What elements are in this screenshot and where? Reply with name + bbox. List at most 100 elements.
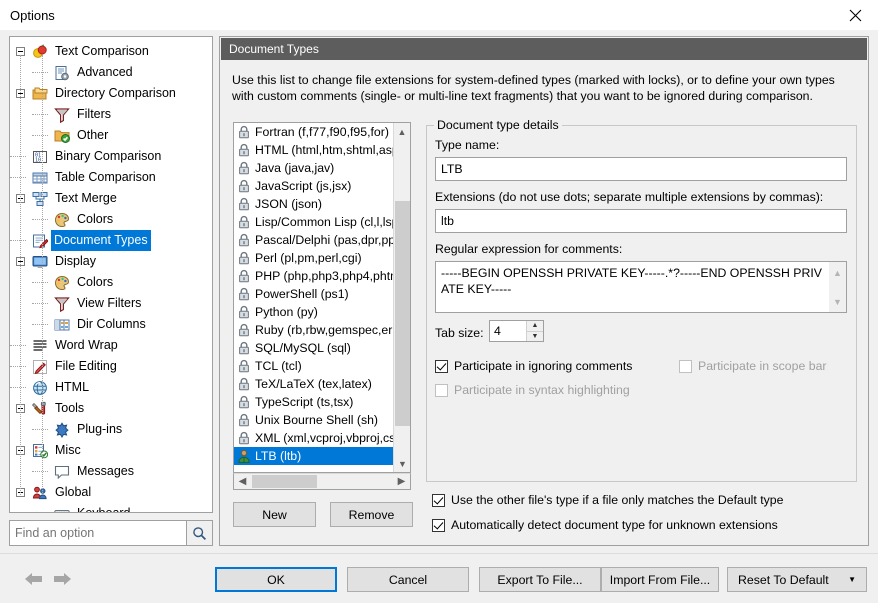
list-item[interactable]: TypeScript (ts,tsx) <box>234 393 394 411</box>
plugin-icon <box>54 421 70 438</box>
sidebar-item-display[interactable]: Display <box>10 251 212 272</box>
regex-scrollbar[interactable]: ▲ ▼ <box>829 262 846 312</box>
checkbox-use-other-file-type[interactable]: Use the other file's type if a file only… <box>432 493 783 507</box>
list-item[interactable]: Unix Bourne Shell (sh) <box>234 411 394 429</box>
sidebar-item-advanced[interactable]: Advanced <box>10 62 212 83</box>
person-icon <box>237 449 251 463</box>
new-button[interactable]: New <box>233 502 316 527</box>
list-item[interactable]: LTB (ltb) <box>234 447 394 465</box>
list-item[interactable]: JavaScript (js,jsx) <box>234 177 394 195</box>
sidebar-item-tools[interactable]: Tools <box>10 398 212 419</box>
tab-size-stepper[interactable]: ▲ ▼ <box>489 320 544 342</box>
list-item[interactable]: HTML (html,htm,shtml,asp <box>234 141 394 159</box>
sidebar-item-misc[interactable]: Misc <box>10 440 212 461</box>
details-legend: Document type details <box>434 118 562 132</box>
list-vertical-scrollbar[interactable]: ▲ ▼ <box>393 123 410 472</box>
tab-size-increment-icon[interactable]: ▲ <box>527 321 543 332</box>
ok-button[interactable]: OK <box>215 567 337 592</box>
list-item[interactable]: Python (py) <box>234 303 394 321</box>
sidebar-item-label: Advanced <box>77 65 133 79</box>
sidebar-item-text-comparison[interactable]: Text Comparison <box>10 41 212 62</box>
sidebar-item-colors[interactable]: Colors <box>10 209 212 230</box>
scrollbar-thumb[interactable] <box>395 201 410 426</box>
cancel-button[interactable]: Cancel <box>347 567 469 592</box>
options-tree-panel[interactable]: Text Comparison Advanced Directory Compari… <box>9 36 213 513</box>
extensions-input[interactable] <box>435 209 847 233</box>
lock-icon <box>237 305 251 319</box>
scroll-left-icon[interactable]: ◀ <box>234 474 251 489</box>
find-option-box[interactable] <box>9 520 213 546</box>
search-icon[interactable] <box>187 520 213 546</box>
sidebar-item-global[interactable]: Global <box>10 482 212 503</box>
tools-icon <box>31 401 48 417</box>
scroll-down-icon[interactable]: ▼ <box>394 455 410 472</box>
panel-description: Use this list to change file extensions … <box>232 73 835 103</box>
hscrollbar-thumb[interactable] <box>252 475 317 488</box>
scroll-right-icon[interactable]: ▶ <box>393 474 410 489</box>
sidebar-item-table-comparison[interactable]: Table Comparison <box>10 167 212 188</box>
checkbox-label: Participate in syntax highlighting <box>454 383 630 397</box>
sidebar-item-html[interactable]: HTML <box>10 377 212 398</box>
sidebar-item-label: Plug-ins <box>77 422 123 436</box>
list-item-label: XML (xml,vcproj,vbproj,cs <box>255 431 394 445</box>
tree-connector <box>32 282 48 283</box>
list-item[interactable]: Pascal/Delphi (pas,dpr,pp,l <box>234 231 394 249</box>
regex-textarea[interactable]: -----BEGIN OPENSSH PRIVATE KEY-----.*?--… <box>435 261 847 313</box>
sidebar-item-messages[interactable]: Messages <box>10 461 212 482</box>
list-item[interactable]: PowerShell (ps1) <box>234 285 394 303</box>
list-item[interactable]: PHP (php,php3,php4,phtm <box>234 267 394 285</box>
reset-to-default-button[interactable]: Reset To Default ▼ <box>727 567 867 592</box>
back-arrow-icon[interactable] <box>24 572 44 589</box>
sidebar-item-other[interactable]: Other <box>10 125 212 146</box>
checkbox-label: Participate in scope bar <box>698 359 827 373</box>
regex-scroll-up-icon[interactable]: ▲ <box>829 264 846 281</box>
checkbox-participate-ignoring-comments[interactable]: Participate in ignoring comments <box>435 359 632 373</box>
list-item[interactable]: TCL (tcl) <box>234 357 394 375</box>
forward-arrow-icon[interactable] <box>52 572 72 589</box>
list-item[interactable]: Ruby (rb,rbw,gemspec,erb, <box>234 321 394 339</box>
sidebar-item-text-merge[interactable]: Text Merge <box>10 188 212 209</box>
tab-size-decrement-icon[interactable]: ▼ <box>527 331 543 341</box>
list-item[interactable]: Perl (pl,pm,perl,cgi) <box>234 249 394 267</box>
tab-size-input[interactable] <box>490 321 526 341</box>
list-horizontal-scrollbar[interactable]: ◀ ▶ <box>233 473 411 490</box>
list-item-label: Perl (pl,pm,perl,cgi) <box>255 251 362 265</box>
search-input[interactable] <box>9 520 187 546</box>
list-item[interactable]: Fortran (f,f77,f90,f95,for) <box>234 123 394 141</box>
tree-connector <box>32 324 48 325</box>
remove-button[interactable]: Remove <box>330 502 413 527</box>
sidebar-item-colors[interactable]: Colors <box>10 272 212 293</box>
sidebar-item-word-wrap[interactable]: Word Wrap <box>10 335 212 356</box>
document-types-list[interactable]: Fortran (f,f77,f90,f95,for) HTML (html,ht… <box>233 122 411 473</box>
export-to-file-button[interactable]: Export To File... <box>479 567 601 592</box>
list-item[interactable]: JSON (json) <box>234 195 394 213</box>
list-item[interactable]: XML (xml,vcproj,vbproj,cs <box>234 429 394 447</box>
document-types-list-items[interactable]: Fortran (f,f77,f90,f95,for) HTML (html,ht… <box>234 123 394 472</box>
checkbox-auto-detect-doc-type[interactable]: Automatically detect document type for u… <box>432 518 778 532</box>
sidebar-item-plug-ins[interactable]: Plug-ins <box>10 419 212 440</box>
sidebar-item-document-types[interactable]: Document Types <box>10 230 212 251</box>
sidebar-item-dir-columns[interactable]: Dir Columns <box>10 314 212 335</box>
sidebar-item-file-editing[interactable]: File Editing <box>10 356 212 377</box>
list-item[interactable]: TeX/LaTeX (tex,latex) <box>234 375 394 393</box>
checkbox-label: Automatically detect document type for u… <box>451 518 778 532</box>
list-item[interactable]: Java (java,jav) <box>234 159 394 177</box>
options-tree[interactable]: Text Comparison Advanced Directory Compari… <box>10 37 212 512</box>
sidebar-item-view-filters[interactable]: View Filters <box>10 293 212 314</box>
sidebar-item-binary-comparison[interactable]: 01 10 Binary Comparison <box>10 146 212 167</box>
list-item[interactable]: Lisp/Common Lisp (cl,l,lsp <box>234 213 394 231</box>
sidebar-item-keyboard[interactable]: Keyboard <box>10 503 212 512</box>
regex-scroll-down-icon[interactable]: ▼ <box>829 293 846 310</box>
sidebar-item-label: Tools <box>55 401 85 415</box>
tree-connector <box>32 429 48 430</box>
list-item[interactable]: SQL/MySQL (sql) <box>234 339 394 357</box>
sidebar-item-directory-comparison[interactable]: Directory Comparison <box>10 83 212 104</box>
chevron-down-icon[interactable]: ▼ <box>848 575 856 584</box>
import-from-file-button[interactable]: Import From File... <box>601 567 719 592</box>
close-icon[interactable] <box>832 0 878 30</box>
lock-icon <box>237 359 251 373</box>
sidebar-item-filters[interactable]: Filters <box>10 104 212 125</box>
scroll-up-icon[interactable]: ▲ <box>394 123 410 140</box>
type-name-input[interactable] <box>435 157 847 181</box>
regex-value[interactable]: -----BEGIN OPENSSH PRIVATE KEY-----.*?--… <box>436 262 829 312</box>
